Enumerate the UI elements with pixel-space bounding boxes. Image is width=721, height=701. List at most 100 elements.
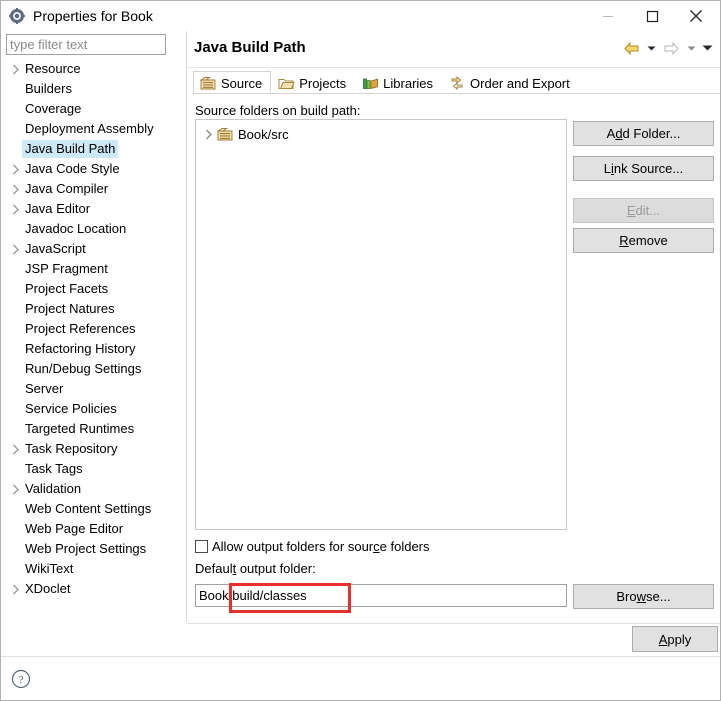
sidebar-item-java-editor[interactable]: Java Editor: [1, 199, 185, 219]
order-export-arrows-icon: [449, 76, 466, 92]
sidebar-item-label: Javadoc Location: [25, 221, 127, 236]
list-item-label: Book/src: [238, 126, 289, 142]
settings-tree[interactable]: Resource Builders Coverage Deployment Assem…: [1, 59, 185, 656]
sidebar-item-java-compiler[interactable]: Java Compiler: [1, 179, 185, 199]
sidebar-item-xdoclet[interactable]: XDoclet: [1, 579, 185, 599]
sidebar-item-java-build-path[interactable]: Java Build Path: [1, 139, 185, 159]
expand-chevron-right-icon[interactable]: [202, 124, 216, 144]
expand-chevron-right-icon[interactable]: [9, 439, 22, 459]
window-title: Properties for Book: [33, 8, 153, 24]
sidebar-item-project-natures[interactable]: Project Natures: [1, 299, 185, 319]
remove-button[interactable]: Remove: [573, 228, 714, 253]
minimize-button[interactable]: [586, 1, 630, 31]
sidebar-item-web-project-settings[interactable]: Web Project Settings: [1, 539, 185, 559]
apply-button[interactable]: Apply: [632, 626, 718, 652]
sidebar-item-jsp-fragment[interactable]: JSP Fragment: [1, 259, 185, 279]
tab-label: Source: [221, 75, 263, 91]
help-question-icon[interactable]: ?: [11, 669, 31, 689]
expand-chevron-right-icon[interactable]: [9, 59, 22, 79]
sidebar-item-web-page-editor[interactable]: Web Page Editor: [1, 519, 185, 539]
forward-arrow-icon: [660, 37, 682, 59]
sidebar-item-label: Builders: [25, 81, 72, 96]
back-arrow-icon[interactable]: [620, 37, 642, 59]
sidebar-item-label: Deployment Assembly: [25, 121, 154, 136]
sidebar-item-project-facets[interactable]: Project Facets: [1, 279, 185, 299]
tab-projects[interactable]: Projects: [271, 71, 355, 95]
link-source-button[interactable]: Link Source...: [573, 156, 714, 181]
tab-label: Order and Export: [470, 76, 570, 91]
default-output-folder-input[interactable]: [195, 584, 567, 607]
sidebar-item-builders[interactable]: Builders: [1, 79, 185, 99]
expand-chevron-right-icon[interactable]: [9, 239, 22, 259]
filter-input[interactable]: [6, 34, 166, 55]
sidebar-item-refactoring-history[interactable]: Refactoring History: [1, 339, 185, 359]
list-item[interactable]: Book/src: [196, 124, 566, 144]
maximize-button[interactable]: [630, 1, 674, 31]
allow-output-folders-label: Allow output folders for source folders: [212, 539, 430, 554]
sidebar-item-validation[interactable]: Validation: [1, 479, 185, 499]
tab-libraries[interactable]: Libraries: [355, 71, 442, 95]
page-title: Java Build Path: [194, 39, 306, 56]
expand-chevron-right-icon[interactable]: [9, 479, 22, 499]
expand-chevron-right-icon[interactable]: [9, 179, 22, 199]
expand-chevron-right-icon[interactable]: [9, 159, 22, 179]
page-navigation: [620, 37, 714, 59]
properties-gear-icon: [9, 8, 25, 24]
add-folder-button[interactable]: Add Folder...: [573, 121, 714, 146]
sidebar-item-javascript[interactable]: JavaScript: [1, 239, 185, 259]
tab-order-and-export[interactable]: Order and Export: [442, 71, 579, 95]
tab-bar: Source Projects Libraries Order and Export: [193, 69, 720, 95]
libraries-books-icon: [362, 76, 379, 92]
sidebar-item-java-code-style[interactable]: Java Code Style: [1, 159, 185, 179]
sidebar-item-label: Refactoring History: [25, 341, 136, 356]
sidebar-item-task-tags[interactable]: Task Tags: [1, 459, 185, 479]
sidebar-item-project-references[interactable]: Project References: [1, 319, 185, 339]
allow-output-folders-checkbox[interactable]: [195, 540, 208, 553]
browse-button[interactable]: Browse...: [573, 584, 714, 609]
source-folders-list[interactable]: Book/src: [195, 119, 567, 530]
sidebar-item-deployment-assembly[interactable]: Deployment Assembly: [1, 119, 185, 139]
properties-dialog: Properties for Book Resource Builders Cove…: [0, 0, 721, 701]
sidebar-item-task-repository[interactable]: Task Repository: [1, 439, 185, 459]
sidebar-item-label: XDoclet: [25, 581, 71, 596]
sidebar-item-label: Server: [25, 381, 64, 396]
sidebar-item-javadoc-location[interactable]: Javadoc Location: [1, 219, 185, 239]
sidebar-item-targeted-runtimes[interactable]: Targeted Runtimes: [1, 419, 185, 439]
allow-output-folders-row[interactable]: Allow output folders for source folders: [195, 539, 430, 554]
edit-button: Edit...: [573, 198, 714, 223]
sidebar-item-label: Targeted Runtimes: [25, 421, 135, 436]
tab-source[interactable]: Source: [193, 71, 272, 95]
back-history-chevron-down-icon[interactable]: [644, 37, 658, 59]
sidebar-item-run-debug-settings[interactable]: Run/Debug Settings: [1, 359, 185, 379]
project-folder-icon: [278, 76, 295, 92]
sidebar-item-label: Project Natures: [25, 301, 115, 316]
sidebar-item-service-policies[interactable]: Service Policies: [1, 399, 185, 419]
tab-label: Projects: [299, 76, 347, 91]
view-menu-chevron-down-icon[interactable]: [700, 37, 714, 59]
sidebar-item-label: Web Content Settings: [25, 501, 152, 516]
expand-chevron-right-icon[interactable]: [9, 579, 22, 599]
link-source-label: Link Source...: [603, 161, 684, 176]
title-bar: Properties for Book: [1, 1, 720, 31]
sidebar-item-label: Resource: [25, 61, 81, 76]
sidebar-item-web-content-settings[interactable]: Web Content Settings: [1, 499, 185, 519]
svg-text:?: ?: [18, 674, 23, 686]
sidebar-item-label: Java Build Path: [22, 140, 119, 158]
expand-chevron-right-icon[interactable]: [9, 199, 22, 219]
filter-field-wrapper: [6, 34, 166, 55]
sidebar-item-server[interactable]: Server: [1, 379, 185, 399]
sidebar-item-wikitext[interactable]: WikiText: [1, 559, 185, 579]
sidebar-item-resource[interactable]: Resource: [1, 59, 185, 79]
close-button[interactable]: [674, 1, 718, 31]
sidebar-item-coverage[interactable]: Coverage: [1, 99, 185, 119]
